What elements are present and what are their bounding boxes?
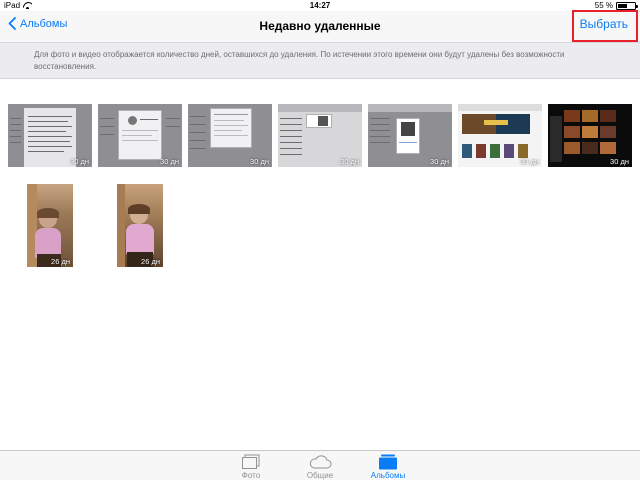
nav-bar: Альбомы Недавно удаленные Выбрать	[0, 11, 640, 42]
status-right: 55 %	[594, 0, 638, 11]
info-banner: Для фото и видео отображается количество…	[0, 42, 640, 79]
photo-thumbnail[interactable]: 30 дн	[368, 104, 452, 167]
status-time: 14:27	[309, 1, 331, 10]
photo-thumbnail[interactable]: 26 дн	[117, 184, 163, 267]
battery-icon	[616, 1, 638, 10]
status-bar: iPad 14:27 55 %	[0, 0, 640, 11]
days-remaining-label: 30 дн	[160, 157, 179, 166]
photo-thumbnail[interactable]: 30 дн	[548, 104, 632, 167]
photo-thumbnail[interactable]: 30 дн	[98, 104, 182, 167]
battery-percent: 55 %	[594, 1, 613, 10]
select-button[interactable]: Выбрать	[580, 17, 628, 31]
days-remaining-label: 26 дн	[141, 257, 160, 266]
photo-image	[27, 184, 73, 267]
photos-icon	[242, 454, 260, 469]
days-remaining-label: 30 дн	[70, 157, 89, 166]
photo-thumbnail[interactable]: 30 дн	[8, 104, 92, 167]
tab-shared[interactable]: Общие	[290, 453, 350, 480]
photo-grid: 30 дн 30 дн 30 дн 30 дн 30 дн 30 дн 30 д…	[0, 80, 640, 450]
tab-shared-label: Общие	[306, 471, 334, 480]
photo-thumbnail[interactable]: 30 дн	[458, 104, 542, 167]
days-remaining-label: 30 дн	[520, 157, 539, 166]
days-remaining-label: 26 дн	[51, 257, 70, 266]
tab-albums-label: Альбомы	[370, 471, 406, 480]
info-text: Для фото и видео отображается количество…	[34, 50, 565, 71]
photo-thumbnail[interactable]: 30 дн	[188, 104, 272, 167]
tab-albums[interactable]: Альбомы	[358, 453, 418, 480]
days-remaining-label: 30 дн	[250, 157, 269, 166]
tab-photos[interactable]: Фото	[221, 453, 281, 480]
page-title: Недавно удаленные	[259, 19, 381, 33]
albums-icon	[379, 454, 397, 470]
days-remaining-label: 30 дн	[340, 157, 359, 166]
tab-photos-label: Фото	[241, 471, 261, 480]
photo-image	[117, 184, 163, 267]
days-remaining-label: 30 дн	[610, 157, 629, 166]
photo-thumbnail[interactable]: 26 дн	[27, 184, 73, 267]
days-remaining-label: 30 дн	[430, 157, 449, 166]
photo-thumbnail[interactable]: 30 дн	[278, 104, 362, 167]
cloud-icon	[309, 455, 332, 469]
battery-fill	[618, 3, 627, 8]
tab-bar: Фото Общие Альбомы	[0, 450, 640, 480]
